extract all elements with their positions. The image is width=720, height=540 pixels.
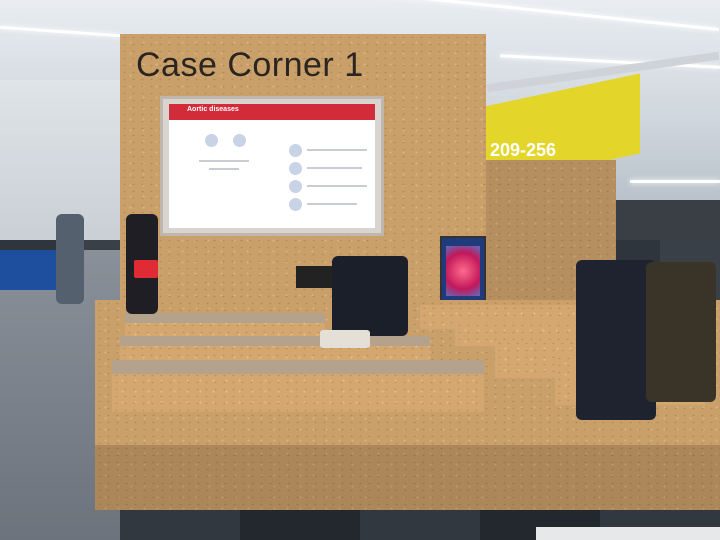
- platform-edge: [95, 445, 720, 510]
- kiosk-display: [446, 246, 480, 296]
- presentation-screen: Aortic diseases: [160, 96, 384, 236]
- person-seated: [646, 262, 716, 402]
- text-line: [199, 160, 249, 162]
- bench-cushion: [112, 360, 484, 374]
- person-seated: [332, 256, 408, 336]
- corner-overlay: [536, 527, 720, 540]
- person-walking: [56, 214, 84, 304]
- agenda-icon: [289, 198, 302, 211]
- text-line: [307, 167, 362, 169]
- ceiling-light: [0, 25, 120, 38]
- red-folder: [134, 260, 158, 278]
- agenda-icon: [289, 144, 302, 157]
- person-seated: [576, 260, 656, 420]
- ceiling-light: [300, 0, 720, 31]
- agenda-icon: [289, 180, 302, 193]
- ceiling-light: [630, 180, 720, 183]
- speaker-avatar: [233, 134, 246, 147]
- blue-carpet: [0, 250, 60, 290]
- agenda-icon: [289, 162, 302, 175]
- booth-title: Case Corner 1: [136, 46, 364, 84]
- screen-content: Aortic diseases: [169, 104, 375, 228]
- speaker-avatar: [205, 134, 218, 147]
- digital-kiosk: [440, 236, 486, 306]
- bench-cushion: [125, 313, 325, 323]
- text-line: [307, 185, 367, 187]
- text-line: [209, 168, 239, 170]
- bag: [320, 330, 370, 348]
- bench-cushion: [120, 336, 430, 346]
- bench: [112, 372, 484, 412]
- text-line: [307, 149, 367, 151]
- screen-heading: Aortic diseases: [187, 106, 239, 113]
- number-sign: 209-256: [490, 140, 557, 160]
- text-line: [307, 203, 357, 205]
